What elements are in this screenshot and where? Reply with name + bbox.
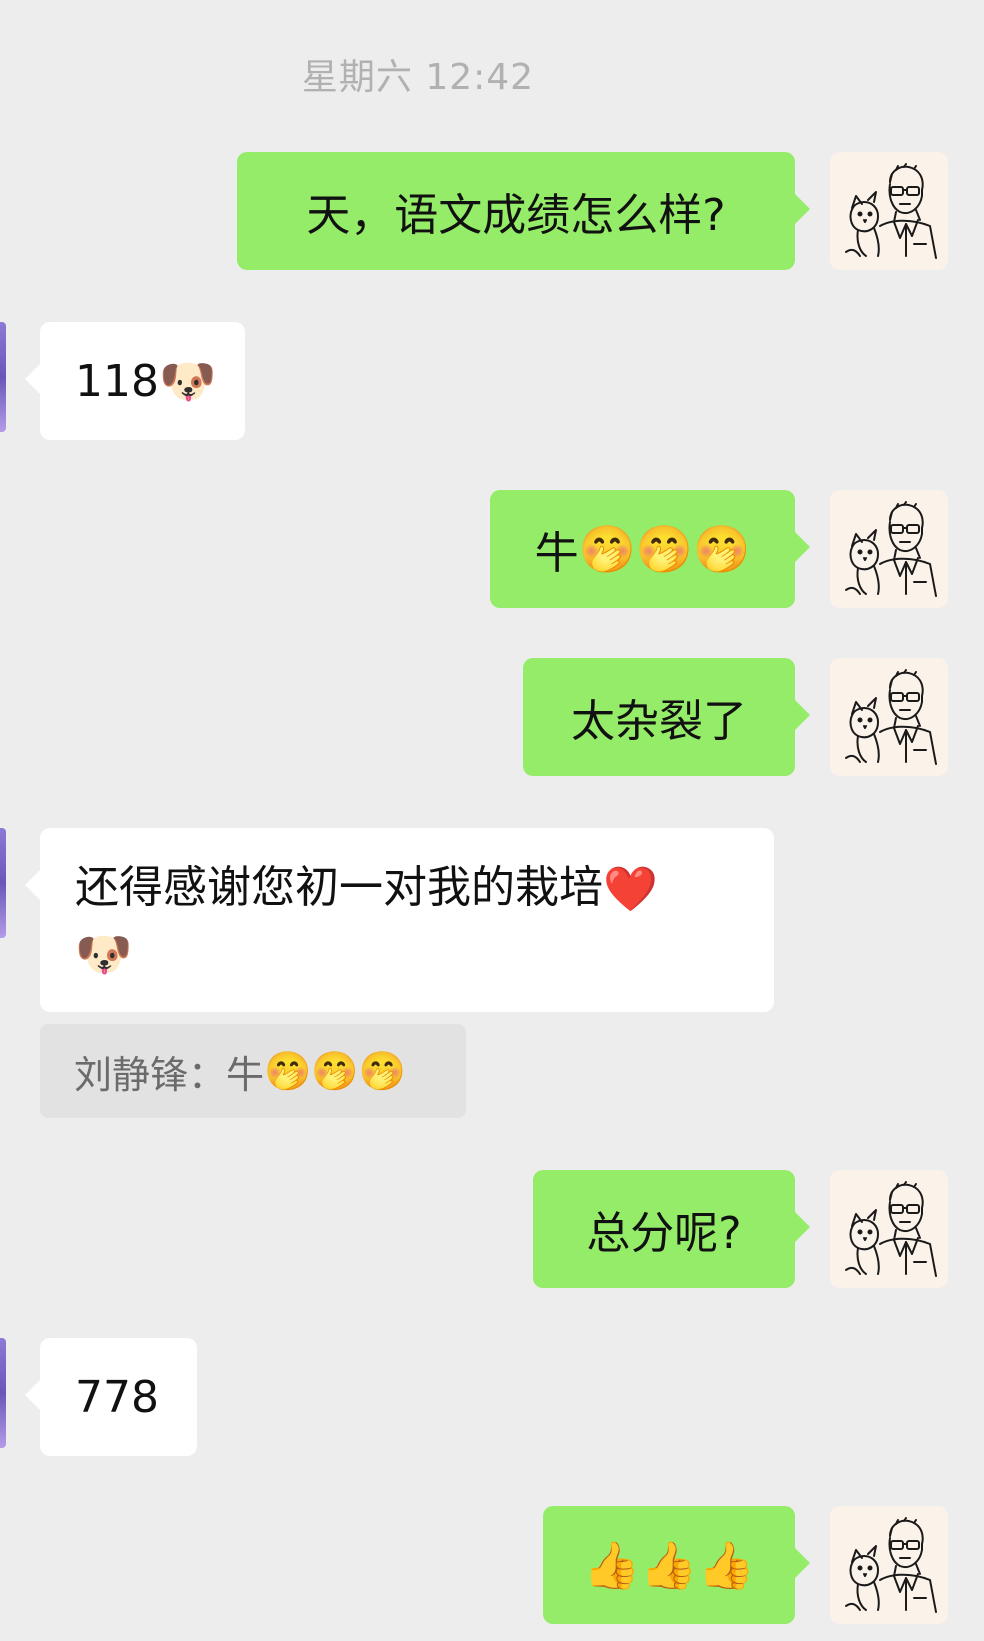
message-text: 总分呢? bbox=[586, 1208, 742, 1259]
sketch-man-avatar-icon bbox=[845, 1181, 937, 1277]
message-text: 118 bbox=[75, 355, 159, 407]
outgoing-message-bubble[interactable]: 天，语文成绩怎么样? bbox=[237, 152, 810, 270]
my-avatar[interactable] bbox=[830, 1506, 948, 1624]
contact-avatar-edge[interactable] bbox=[0, 322, 6, 432]
sketch-man-avatar-icon bbox=[845, 501, 937, 597]
my-avatar[interactable] bbox=[830, 658, 948, 776]
quoted-message[interactable]: 刘静锋： 牛 🤭🤭🤭 bbox=[40, 1024, 466, 1118]
message-text: 牛 bbox=[534, 528, 579, 579]
message-text: 天，语文成绩怎么样? bbox=[306, 190, 726, 241]
chat-timestamp: 星期六 12:42 bbox=[301, 57, 535, 98]
shy-face-emoji-icon: 🤭🤭🤭 bbox=[578, 522, 751, 576]
heart-emoji-icon: ❤️ bbox=[603, 864, 658, 915]
outgoing-message-bubble[interactable]: 👍👍👍 bbox=[543, 1506, 810, 1624]
contact-avatar-edge[interactable] bbox=[0, 1338, 6, 1448]
quote-sender: 刘静锋： bbox=[74, 1052, 227, 1097]
doge-emoji-icon: 🐶 bbox=[158, 354, 217, 408]
outgoing-message-bubble[interactable]: 总分呢? bbox=[533, 1170, 810, 1288]
incoming-message-bubble[interactable]: 还得感谢您初一对我的栽培❤️ 🐶 bbox=[25, 828, 774, 1012]
outgoing-message-bubble[interactable]: 牛 🤭🤭🤭 bbox=[490, 490, 810, 608]
message-text: 778 bbox=[75, 1371, 159, 1423]
thumbs-up-emoji-icon: 👍👍👍 bbox=[583, 1538, 755, 1592]
message-text: 还得感谢您初一对我的栽培 bbox=[75, 862, 603, 913]
sketch-man-avatar-icon bbox=[845, 669, 937, 765]
contact-avatar-edge[interactable] bbox=[0, 828, 6, 938]
outgoing-message-bubble[interactable]: 太杂裂了 bbox=[523, 658, 810, 776]
quote-text: 牛 bbox=[226, 1052, 265, 1097]
incoming-message-bubble[interactable]: 118 🐶 bbox=[25, 322, 245, 440]
shy-face-emoji-icon: 🤭🤭🤭 bbox=[264, 1049, 406, 1093]
sketch-man-avatar-icon bbox=[845, 163, 937, 259]
my-avatar[interactable] bbox=[830, 1170, 948, 1288]
incoming-message-bubble[interactable]: 778 bbox=[25, 1338, 197, 1456]
message-text: 太杂裂了 bbox=[571, 696, 747, 747]
my-avatar[interactable] bbox=[830, 490, 948, 608]
sketch-man-avatar-icon bbox=[845, 1517, 937, 1613]
doge-emoji-icon: 🐶 bbox=[75, 927, 133, 981]
my-avatar[interactable] bbox=[830, 152, 948, 270]
